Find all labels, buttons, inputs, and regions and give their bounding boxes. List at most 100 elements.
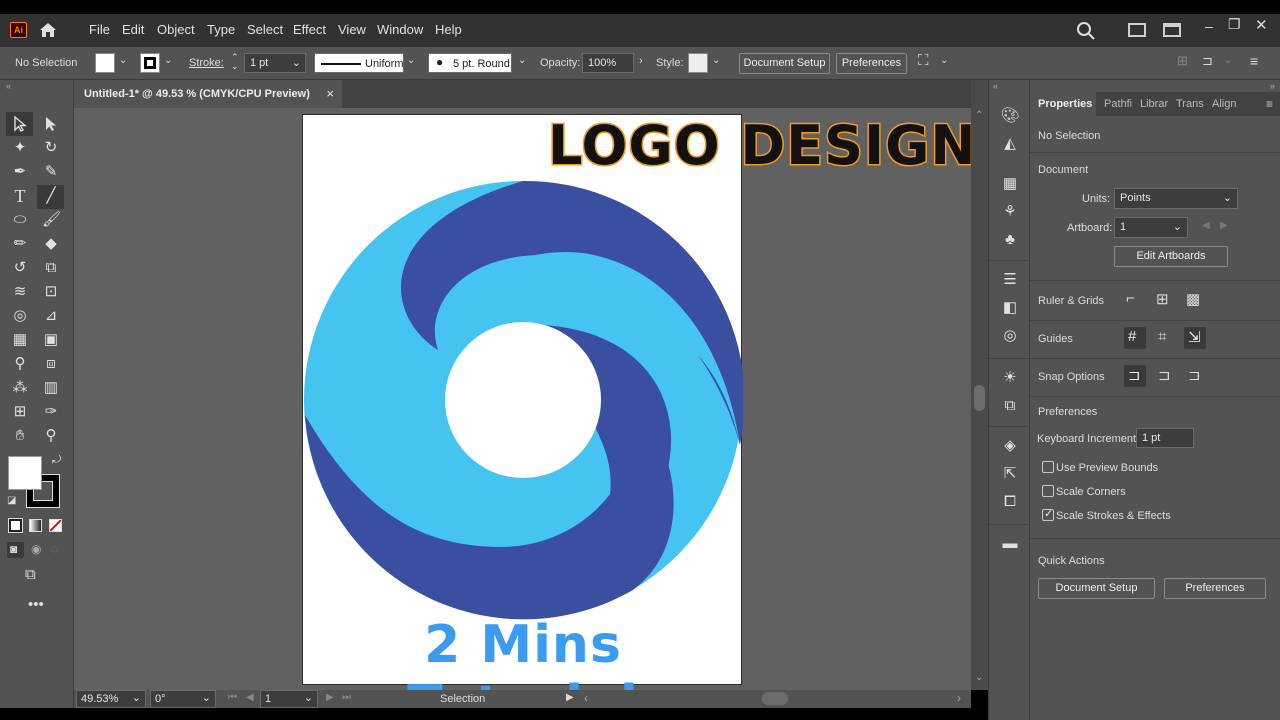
gradient-mode-icon[interactable]: [29, 519, 42, 532]
mesh-tool-icon[interactable]: ▦: [11, 331, 29, 349]
snap-to-pixel-icon[interactable]: ⊐: [1158, 366, 1171, 384]
stroke-stepper-icon[interactable]: ⌃ ⌄: [231, 53, 239, 71]
zoom-field[interactable]: 49.53% ⌄: [76, 690, 146, 708]
snap-icon[interactable]: ⊐: [1202, 53, 1213, 69]
rulers-icon[interactable]: ⌐: [1126, 290, 1135, 307]
curvature-tool-icon[interactable]: ✎: [42, 163, 60, 181]
lock-guides-icon[interactable]: ⌗: [1158, 328, 1166, 345]
qa-document-setup-button[interactable]: Document Setup: [1038, 578, 1155, 599]
line-tool-icon[interactable]: ╱: [42, 187, 60, 205]
shape-builder-icon[interactable]: ◎: [11, 307, 29, 325]
transparency-icon[interactable]: ◎: [1000, 326, 1020, 346]
slice-tool-icon[interactable]: ✑: [42, 403, 60, 421]
prev-artboard-arrow-icon[interactable]: ◀: [1202, 220, 1210, 231]
lasso-icon[interactable]: ↻: [42, 139, 60, 157]
collapse-icon[interactable]: «: [6, 81, 11, 91]
use-preview-bounds-checkbox[interactable]: [1042, 461, 1054, 473]
tab-libraries[interactable]: Librar: [1140, 98, 1168, 110]
scale-strokes-checkbox[interactable]: ✓: [1042, 508, 1054, 521]
tab-properties[interactable]: Properties: [1030, 92, 1096, 116]
document-tab[interactable]: Untitled-1* @ 49.53 % (CMYK/CPU Preview)…: [74, 80, 342, 108]
scroll-left-icon[interactable]: ‹: [584, 691, 588, 705]
chevron-down-icon[interactable]: ⌄: [407, 55, 415, 66]
rotate-tool-icon[interactable]: ↺: [11, 259, 29, 277]
color-mode-icon[interactable]: [8, 518, 23, 533]
variable-width-profile[interactable]: Uniform: [314, 53, 404, 73]
home-icon[interactable]: [38, 20, 58, 40]
stroke-panel-icon[interactable]: ☰: [1000, 270, 1020, 290]
close-tab-icon[interactable]: ×: [326, 86, 334, 101]
collapse-strip-icon[interactable]: «: [993, 81, 998, 91]
gradient-tool-icon[interactable]: ▣: [42, 331, 60, 349]
arrange-documents-icon[interactable]: [1128, 23, 1146, 37]
menu-edit[interactable]: Edit: [122, 22, 144, 37]
stroke-weight-field[interactable]: 1 pt ⌄: [244, 53, 306, 73]
vertical-scrollbar[interactable]: ⌃ ⌄: [971, 80, 988, 690]
blend-tool-icon[interactable]: ⧈: [42, 355, 60, 373]
transparency-grid-icon[interactable]: ▩: [1186, 290, 1200, 308]
artboard-nav-field[interactable]: 1 ⌄: [260, 690, 318, 708]
smart-guides-icon[interactable]: ⇲: [1188, 328, 1201, 346]
menu-view[interactable]: View: [338, 22, 366, 37]
align-icon[interactable]: ⛶: [918, 52, 929, 69]
comments-icon[interactable]: ▬: [1000, 534, 1020, 554]
prev-artboard-icon[interactable]: ◀: [246, 692, 254, 703]
style-swatch[interactable]: [688, 53, 708, 73]
menu-effect[interactable]: Effect: [293, 22, 326, 37]
draw-inside-icon[interactable]: ◌: [51, 542, 58, 556]
artboards-icon[interactable]: ⧠: [1000, 492, 1020, 512]
menu-window[interactable]: Window: [377, 22, 423, 37]
units-select[interactable]: Points ⌄: [1114, 188, 1238, 209]
scale-corners-checkbox[interactable]: [1042, 485, 1054, 497]
keyboard-increment-field[interactable]: 1 pt: [1136, 428, 1194, 448]
menu-help[interactable]: Help: [435, 22, 462, 37]
preferences-button[interactable]: Preferences: [836, 53, 907, 74]
panel-options-icon[interactable]: ≡: [1266, 97, 1273, 111]
menu-object[interactable]: Object: [157, 22, 195, 37]
zoom-tool-icon[interactable]: ⚲: [42, 427, 60, 445]
color-guide-icon[interactable]: ◭: [1000, 134, 1020, 154]
chevron-down-icon[interactable]: ⌄: [119, 55, 127, 66]
menu-file[interactable]: File: [89, 22, 110, 37]
chevron-down-icon[interactable]: ⌄: [712, 55, 720, 66]
snap-to-point-icon[interactable]: ⊐: [1128, 366, 1141, 384]
chevron-down-icon[interactable]: ⌄: [164, 55, 172, 66]
eraser-tool-icon[interactable]: ◆: [42, 235, 60, 253]
transform-icon[interactable]: ⊞: [1177, 53, 1188, 69]
swap-colors-icon[interactable]: ⤾: [52, 454, 61, 467]
swatches-icon[interactable]: ▦: [1000, 174, 1020, 194]
chevron-right-icon[interactable]: ›: [639, 55, 643, 67]
fill-color-front[interactable]: [8, 456, 42, 490]
selection-tool-icon[interactable]: [11, 115, 29, 133]
rotation-field[interactable]: 0° ⌄: [150, 690, 216, 708]
color-panel-icon[interactable]: 🎨︎: [1000, 106, 1020, 126]
horizontal-scroll-thumb[interactable]: [762, 692, 788, 705]
qa-preferences-button[interactable]: Preferences: [1164, 578, 1266, 599]
scroll-up-icon[interactable]: ⌃: [975, 110, 983, 121]
guides-icon[interactable]: #: [1128, 328, 1136, 345]
brush-definition[interactable]: ● 5 pt. Round: [428, 53, 512, 73]
workspace-icon[interactable]: [1163, 23, 1181, 37]
tab-transform[interactable]: Trans: [1176, 98, 1204, 110]
hand-tool-icon[interactable]: ✋︎: [11, 427, 29, 445]
none-mode-icon[interactable]: [49, 519, 62, 532]
shaper-tool-icon[interactable]: ✏: [11, 235, 29, 253]
symbol-sprayer-icon[interactable]: ⁂: [11, 379, 29, 397]
panel-menu-icon[interactable]: ≡: [1250, 53, 1258, 69]
pen-tool-icon[interactable]: ✒: [11, 163, 29, 181]
restore-icon[interactable]: ❐: [1228, 16, 1241, 33]
collapse-panel-icon[interactable]: »: [1270, 81, 1275, 91]
vertical-scroll-thumb[interactable]: [974, 385, 985, 411]
appearance-icon[interactable]: ☀: [1000, 368, 1020, 388]
close-window-icon[interactable]: ✕: [1255, 16, 1268, 34]
free-transform-icon[interactable]: ⊡: [42, 283, 60, 301]
fill-swatch[interactable]: [95, 53, 115, 73]
default-colors-icon[interactable]: ◪: [7, 495, 16, 506]
screen-mode-icon[interactable]: ⧉: [25, 566, 36, 583]
opacity-field[interactable]: 100%: [582, 53, 634, 73]
next-artboard-arrow-icon[interactable]: ▶: [1220, 220, 1228, 231]
artboard-select[interactable]: 1 ⌄: [1114, 217, 1188, 238]
stroke-swatch[interactable]: [140, 53, 160, 73]
brushes-icon[interactable]: ⚘: [1000, 202, 1020, 222]
search-icon[interactable]: [1076, 21, 1096, 41]
